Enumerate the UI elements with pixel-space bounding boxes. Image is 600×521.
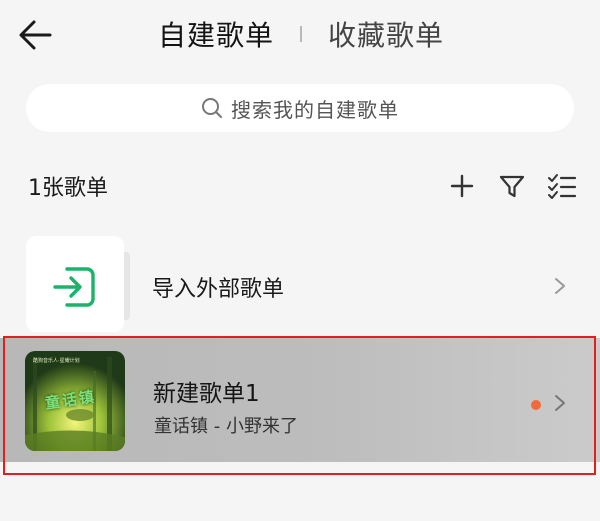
playlist-cover: 酷狗音乐人·星耀计划 童话镇 bbox=[25, 351, 125, 451]
playlist-count: 1张歌单 bbox=[28, 176, 108, 201]
playlist-row[interactable]: 酷狗音乐人·星耀计划 童话镇 新建歌单1 童话镇 - 小野来了 bbox=[0, 338, 600, 462]
back-arrow-icon bbox=[19, 20, 52, 50]
search-input[interactable]: 搜索我的自建歌单 bbox=[26, 84, 574, 132]
tab-collected[interactable]: 收藏歌单 bbox=[328, 14, 444, 54]
cover-caption: 酷狗音乐人·星耀计划 bbox=[33, 358, 80, 364]
update-dot bbox=[531, 400, 541, 410]
playlist-page: 自建歌单 收藏歌单 搜索我的自建歌单 1张歌单 导入外部歌单 酷狗音乐人·星耀计… bbox=[0, 0, 600, 521]
search-placeholder: 搜索我的自建歌单 bbox=[231, 97, 399, 122]
tab-self-built[interactable]: 自建歌单 bbox=[158, 14, 274, 54]
search-icon bbox=[202, 98, 222, 118]
playlist-subtitle: 童话镇 - 小野来了 bbox=[154, 416, 298, 437]
import-icon bbox=[53, 267, 95, 307]
back-button[interactable] bbox=[16, 17, 56, 53]
list-toolbar: 1张歌单 bbox=[0, 168, 600, 204]
tab-divider bbox=[300, 26, 303, 42]
import-thumb-edge bbox=[124, 252, 130, 320]
chevron-right-icon bbox=[555, 278, 565, 294]
plus-icon bbox=[450, 174, 474, 198]
manage-list-button[interactable] bbox=[547, 172, 577, 200]
filter-icon bbox=[499, 175, 525, 198]
add-playlist-button[interactable] bbox=[448, 172, 476, 200]
tab-bar: 自建歌单 收藏歌单 bbox=[158, 14, 444, 54]
import-external-playlist-row[interactable]: 导入外部歌单 bbox=[0, 236, 600, 336]
header: 自建歌单 收藏歌单 bbox=[0, 0, 600, 72]
chevron-right-icon bbox=[555, 395, 565, 411]
import-label: 导入外部歌单 bbox=[152, 277, 285, 302]
list-sort-icon bbox=[548, 174, 577, 199]
playlist-title: 新建歌单1 bbox=[153, 381, 260, 407]
filter-button[interactable] bbox=[498, 172, 526, 200]
